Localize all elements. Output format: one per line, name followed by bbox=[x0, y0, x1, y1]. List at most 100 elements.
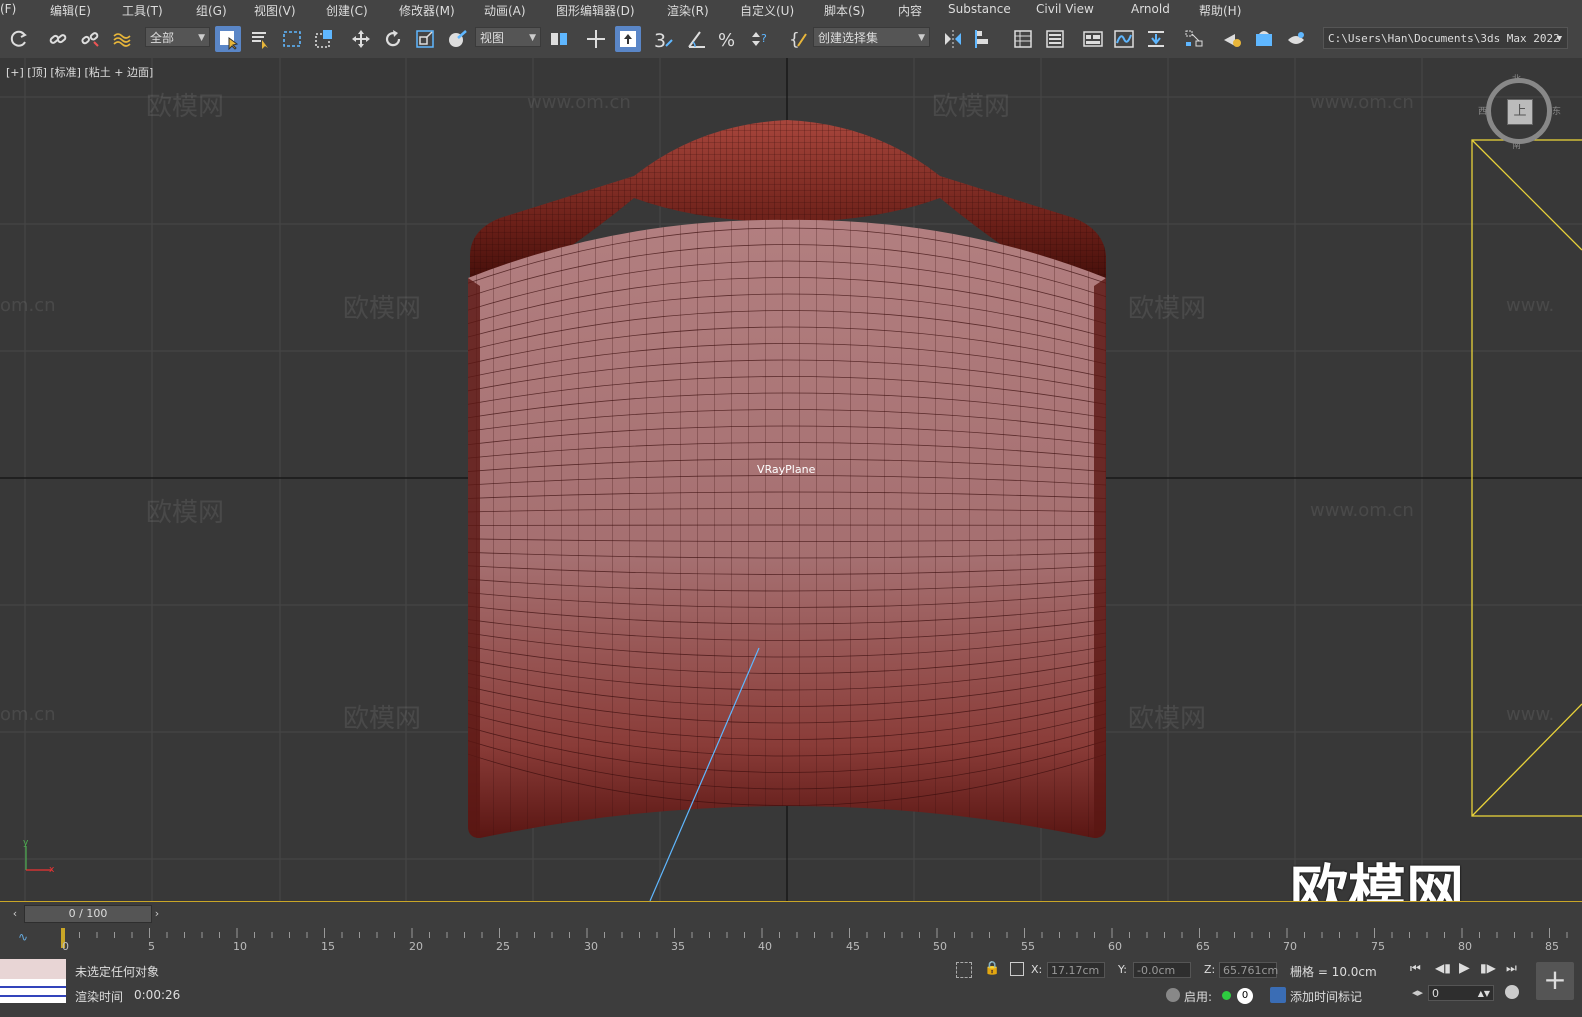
menu-scripting[interactable]: 脚本(S) bbox=[824, 2, 865, 19]
window-crossing-icon[interactable] bbox=[311, 26, 337, 52]
angle-snap-icon[interactable] bbox=[684, 26, 710, 52]
time-slider-prev[interactable]: ‹ bbox=[8, 905, 22, 923]
tick-label: 75 bbox=[1371, 940, 1385, 953]
render-setup-icon[interactable] bbox=[1219, 26, 1245, 52]
time-tag-icon[interactable] bbox=[1270, 987, 1286, 1003]
menu-group[interactable]: 组(G) bbox=[196, 2, 227, 19]
edit-named-selection-icon[interactable]: { bbox=[786, 26, 812, 52]
play-icon[interactable]: ▶ bbox=[1459, 960, 1470, 976]
viewcube[interactable]: 上 bbox=[1486, 78, 1552, 144]
scale-icon[interactable] bbox=[412, 26, 438, 52]
project-path-dropdown[interactable]: C:\Users\Han\Documents\3ds Max 2022 ▼ bbox=[1323, 27, 1568, 49]
tick-label: 40 bbox=[758, 940, 772, 953]
top-viewport[interactable]: 欧模网 www.om.cn 欧模网 www.om.cn om.cn 欧模网 欧模… bbox=[0, 58, 1582, 902]
selection-lock-icon[interactable]: 🔒 bbox=[984, 961, 1000, 976]
menu-graph-editors[interactable]: 图形编辑器(D) bbox=[556, 2, 635, 19]
viewcube-face-top[interactable]: 上 bbox=[1507, 99, 1533, 125]
status-bar: 未选定任何对象 渲染时间 0:00:26 🔒 X: 17.17cm Y: -0.… bbox=[0, 954, 1582, 1017]
render-production-icon[interactable] bbox=[1283, 26, 1309, 52]
menu-create[interactable]: 创建(C) bbox=[326, 2, 368, 19]
time-slider-next[interactable]: › bbox=[150, 905, 164, 923]
curve-editor-mini-icon[interactable]: ∿ bbox=[18, 930, 38, 946]
menu-edit[interactable]: 编辑(E) bbox=[50, 2, 91, 19]
select-by-name-icon[interactable] bbox=[247, 26, 273, 52]
tick-label: 35 bbox=[671, 940, 685, 953]
menu-tools[interactable]: 工具(T) bbox=[122, 2, 163, 19]
tick-label: 30 bbox=[584, 940, 598, 953]
selection-filter-dropdown[interactable]: 全部 ▼ bbox=[145, 27, 210, 47]
enable-status-dot[interactable] bbox=[1222, 991, 1231, 1000]
tick-label: 80 bbox=[1458, 940, 1472, 953]
rendered-frame-window-icon[interactable] bbox=[1251, 26, 1277, 52]
maxscript-mini-listener[interactable] bbox=[0, 959, 66, 1003]
menu-modifiers[interactable]: 修改器(M) bbox=[399, 2, 455, 19]
menu-civil-view[interactable]: Civil View bbox=[1036, 2, 1094, 16]
named-selection-set-dropdown[interactable]: 创建选择集 ▼ bbox=[813, 27, 930, 47]
menu-animation[interactable]: 动画(A) bbox=[484, 2, 526, 19]
bind-spacewarp-icon[interactable] bbox=[109, 26, 135, 52]
next-frame-icon[interactable]: ▮▶ bbox=[1480, 961, 1496, 975]
viewcube-west: 西 bbox=[1478, 107, 1488, 117]
track-bar[interactable]: ∿ 0 5 10 15 20 25 30 35 40 45 50 55 60 6… bbox=[0, 924, 1582, 954]
align-icon[interactable] bbox=[971, 26, 997, 52]
menu-rendering[interactable]: 渲染(R) bbox=[667, 2, 709, 19]
tick-label: 5 bbox=[148, 940, 155, 953]
current-frame-field[interactable]: 0 ▲▼ bbox=[1428, 985, 1494, 1001]
time-slider[interactable]: 0 / 100 bbox=[24, 905, 152, 923]
time-config-icon[interactable] bbox=[1505, 985, 1519, 999]
isolate-selection-icon[interactable] bbox=[956, 962, 972, 978]
place-icon[interactable] bbox=[444, 26, 470, 52]
mirror-icon[interactable] bbox=[940, 26, 966, 52]
transform-mode-icon[interactable] bbox=[1010, 962, 1024, 976]
schematic-view-icon[interactable] bbox=[1181, 26, 1207, 52]
rotate-icon[interactable] bbox=[380, 26, 406, 52]
viewport-label-menu[interactable]: [+] [顶] [标准] [粘土 + 边面] bbox=[6, 64, 153, 80]
select-object-icon[interactable] bbox=[215, 26, 241, 52]
dope-sheet-icon[interactable] bbox=[1143, 26, 1169, 52]
reference-coord-dropdown[interactable]: 视图 ▼ bbox=[475, 27, 541, 47]
select-manipulate-icon[interactable] bbox=[583, 26, 609, 52]
chair-back-mesh[interactable] bbox=[0, 58, 1582, 901]
render-time-label: 渲染时间 bbox=[75, 990, 124, 1004]
spinner-snap-icon[interactable]: ? bbox=[746, 26, 772, 52]
add-time-tag[interactable]: 添加时间标记 bbox=[1290, 988, 1362, 1005]
menu-substance[interactable]: Substance bbox=[948, 2, 1011, 16]
pivot-center-icon[interactable] bbox=[546, 26, 572, 52]
svg-text:%: % bbox=[718, 30, 735, 50]
frame-step-icon[interactable]: ◂▸ bbox=[1412, 986, 1423, 999]
go-to-start-icon[interactable]: ⏮ bbox=[1410, 961, 1421, 976]
svg-text:{: { bbox=[789, 30, 800, 50]
menu-views[interactable]: 视图(V) bbox=[254, 2, 296, 19]
unlink-icon[interactable] bbox=[77, 26, 103, 52]
tick-label: 65 bbox=[1196, 940, 1210, 953]
keyboard-shortcut-override-icon[interactable] bbox=[615, 26, 641, 52]
go-to-end-icon[interactable]: ⏭ bbox=[1506, 961, 1517, 976]
percent-snap-icon[interactable]: % bbox=[715, 26, 741, 52]
x-coord-field[interactable]: 17.17cm bbox=[1047, 962, 1105, 978]
menu-arnold[interactable]: Arnold bbox=[1131, 2, 1170, 16]
viewcube-east: 东 bbox=[1552, 107, 1562, 117]
curve-editor-icon[interactable] bbox=[1111, 26, 1137, 52]
snaps-toggle-icon[interactable]: 3 bbox=[650, 26, 676, 52]
y-coord-field[interactable]: -0.0cm bbox=[1133, 962, 1191, 978]
z-coord-field[interactable]: 65.761cm bbox=[1219, 962, 1278, 978]
scene-explorer-icon[interactable] bbox=[1010, 26, 1036, 52]
menu-file[interactable]: (F) bbox=[0, 2, 16, 16]
adaptive-degradation-icon[interactable] bbox=[1166, 988, 1180, 1002]
menu-content[interactable]: 内容 bbox=[898, 2, 922, 19]
link-icon[interactable] bbox=[45, 26, 71, 52]
rect-selection-region-icon[interactable] bbox=[279, 26, 305, 52]
big-watermark: 欧模网 bbox=[1290, 858, 1465, 902]
menu-customize[interactable]: 自定义(U) bbox=[740, 2, 794, 19]
previous-frame-icon[interactable]: ◀▮ bbox=[1435, 961, 1451, 975]
redo-icon[interactable] bbox=[6, 26, 32, 52]
add-viewport-button[interactable]: + bbox=[1536, 962, 1574, 1000]
enable-badge[interactable]: 0 bbox=[1237, 988, 1253, 1004]
time-slider-bar: ‹ 0 / 100 › bbox=[0, 902, 1582, 924]
menu-help[interactable]: 帮助(H) bbox=[1199, 2, 1241, 19]
move-icon[interactable] bbox=[348, 26, 374, 52]
layer-explorer-icon[interactable] bbox=[1042, 26, 1068, 52]
viewcube-north: 北 bbox=[1512, 75, 1522, 85]
tick-label: 15 bbox=[321, 940, 335, 953]
ribbon-toggle-icon[interactable] bbox=[1080, 26, 1106, 52]
